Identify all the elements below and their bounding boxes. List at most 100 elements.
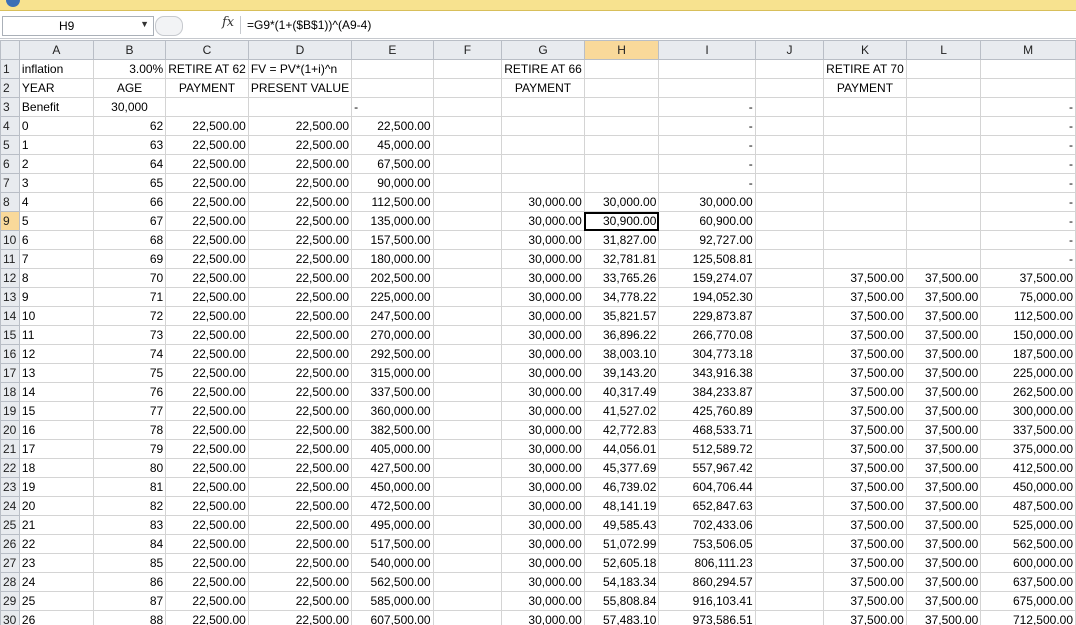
cell-b17[interactable]: 75 xyxy=(92,363,167,383)
cell-k1[interactable]: RETIRE AT 70 xyxy=(823,59,907,79)
cell-h26[interactable]: 51,072.99 xyxy=(583,534,660,554)
cell-i19[interactable]: 425,760.89 xyxy=(658,401,756,421)
cell-k7[interactable] xyxy=(823,173,907,193)
cell-j18[interactable] xyxy=(754,382,825,402)
cell-i11[interactable]: 125,508.81 xyxy=(658,249,756,269)
cell-f12[interactable] xyxy=(432,268,503,288)
cell-a23[interactable]: 19 xyxy=(18,477,94,497)
worksheet-grid[interactable]: ABCDEFGHIJKLM 1 inflation 3.00% RETIRE AT 6… xyxy=(0,40,1076,625)
cell-g1[interactable]: RETIRE AT 66 xyxy=(501,59,585,79)
cell-d10[interactable]: 22,500.00 xyxy=(247,230,353,250)
cell-c20[interactable]: 22,500.00 xyxy=(165,420,249,440)
cell-h24[interactable]: 48,141.19 xyxy=(583,496,660,516)
cell-c28[interactable]: 22,500.00 xyxy=(165,572,249,592)
cell-c1[interactable]: RETIRE AT 62 xyxy=(165,59,249,79)
cell-g15[interactable]: 30,000.00 xyxy=(501,325,585,345)
cell-l12[interactable]: 37,500.00 xyxy=(905,268,982,288)
cell-m18[interactable]: 262,500.00 xyxy=(980,382,1076,402)
cell-b22[interactable]: 80 xyxy=(92,458,167,478)
row-header[interactable]: 27 xyxy=(0,553,20,573)
cell-k28[interactable]: 37,500.00 xyxy=(823,572,907,592)
cell-m13[interactable]: 75,000.00 xyxy=(980,287,1076,307)
cell-e16[interactable]: 292,500.00 xyxy=(351,344,434,364)
cell-j5[interactable] xyxy=(754,135,825,155)
cancel-circle-icon[interactable] xyxy=(155,16,183,36)
cell-b23[interactable]: 81 xyxy=(92,477,167,497)
cell-e1[interactable] xyxy=(351,59,434,79)
cell-h20[interactable]: 42,772.83 xyxy=(583,420,660,440)
cell-g27[interactable]: 30,000.00 xyxy=(501,553,585,573)
row-header[interactable]: 30 xyxy=(0,610,20,625)
cell-d7[interactable]: 22,500.00 xyxy=(247,173,353,193)
cell-c2[interactable]: PAYMENT xyxy=(165,78,249,98)
row-header[interactable]: 21 xyxy=(0,439,20,459)
cell-b9[interactable]: 67 xyxy=(92,211,167,231)
cell-j26[interactable] xyxy=(754,534,825,554)
name-box[interactable]: H9 ▼ xyxy=(2,16,154,36)
cell-d20[interactable]: 22,500.00 xyxy=(247,420,353,440)
cell-a3[interactable]: Benefit xyxy=(18,97,94,117)
cell-j21[interactable] xyxy=(754,439,825,459)
cell-b2[interactable]: AGE xyxy=(92,78,167,98)
cell-g30[interactable]: 30,000.00 xyxy=(501,610,585,625)
cell-b10[interactable]: 68 xyxy=(92,230,167,250)
cell-k24[interactable]: 37,500.00 xyxy=(823,496,907,516)
cell-i13[interactable]: 194,052.30 xyxy=(658,287,756,307)
cell-g2[interactable]: PAYMENT xyxy=(501,78,585,98)
cell-g21[interactable]: 30,000.00 xyxy=(501,439,585,459)
cell-k2[interactable]: PAYMENT xyxy=(823,78,907,98)
cell-m10[interactable]: - xyxy=(980,230,1076,250)
cell-i9[interactable]: 60,900.00 xyxy=(658,211,756,231)
cell-j12[interactable] xyxy=(754,268,825,288)
cell-d12[interactable]: 22,500.00 xyxy=(247,268,353,288)
cell-h11[interactable]: 32,781.81 xyxy=(583,249,660,269)
row-header[interactable]: 3 xyxy=(0,97,20,117)
cell-l17[interactable]: 37,500.00 xyxy=(905,363,982,383)
cell-e5[interactable]: 45,000.00 xyxy=(351,135,434,155)
cell-f2[interactable] xyxy=(432,78,503,98)
cell-f17[interactable] xyxy=(432,363,503,383)
cell-d1[interactable]: FV = PV*(1+i)^n xyxy=(247,59,353,79)
cell-l8[interactable] xyxy=(905,192,982,212)
cell-c4[interactable]: 22,500.00 xyxy=(165,116,249,136)
cell-i29[interactable]: 916,103.41 xyxy=(658,591,756,611)
cell-h13[interactable]: 34,778.22 xyxy=(583,287,660,307)
cell-i6[interactable]: - xyxy=(658,154,756,174)
cell-h2[interactable] xyxy=(583,78,660,98)
cell-k23[interactable]: 37,500.00 xyxy=(823,477,907,497)
column-header-g[interactable]: G xyxy=(501,40,585,60)
cell-c27[interactable]: 22,500.00 xyxy=(165,553,249,573)
cell-f18[interactable] xyxy=(432,382,503,402)
cell-b27[interactable]: 85 xyxy=(92,553,167,573)
cell-f15[interactable] xyxy=(432,325,503,345)
cell-a15[interactable]: 11 xyxy=(18,325,94,345)
cell-d14[interactable]: 22,500.00 xyxy=(247,306,353,326)
cell-f20[interactable] xyxy=(432,420,503,440)
cell-c21[interactable]: 22,500.00 xyxy=(165,439,249,459)
cell-a18[interactable]: 14 xyxy=(18,382,94,402)
cell-k5[interactable] xyxy=(823,135,907,155)
cell-k15[interactable]: 37,500.00 xyxy=(823,325,907,345)
cell-d29[interactable]: 22,500.00 xyxy=(247,591,353,611)
cell-e24[interactable]: 472,500.00 xyxy=(351,496,434,516)
row-header[interactable]: 10 xyxy=(0,230,20,250)
cell-g7[interactable] xyxy=(501,173,585,193)
cell-e10[interactable]: 157,500.00 xyxy=(351,230,434,250)
cell-h1[interactable] xyxy=(583,59,660,79)
cell-g26[interactable]: 30,000.00 xyxy=(501,534,585,554)
cell-g17[interactable]: 30,000.00 xyxy=(501,363,585,383)
cell-j27[interactable] xyxy=(754,553,825,573)
cell-m21[interactable]: 375,000.00 xyxy=(980,439,1076,459)
cell-e6[interactable]: 67,500.00 xyxy=(351,154,434,174)
cell-b1[interactable]: 3.00% xyxy=(92,59,167,79)
cell-a7[interactable]: 3 xyxy=(18,173,94,193)
cell-j3[interactable] xyxy=(754,97,825,117)
cell-l9[interactable] xyxy=(905,211,982,231)
column-header-c[interactable]: C xyxy=(165,40,249,60)
cell-h9[interactable]: 30,900.00 xyxy=(583,211,660,231)
row-header[interactable]: 9 xyxy=(0,211,20,231)
cell-e4[interactable]: 22,500.00 xyxy=(351,116,434,136)
cell-f30[interactable] xyxy=(432,610,503,625)
cell-i4[interactable]: - xyxy=(658,116,756,136)
cell-e8[interactable]: 112,500.00 xyxy=(351,192,434,212)
